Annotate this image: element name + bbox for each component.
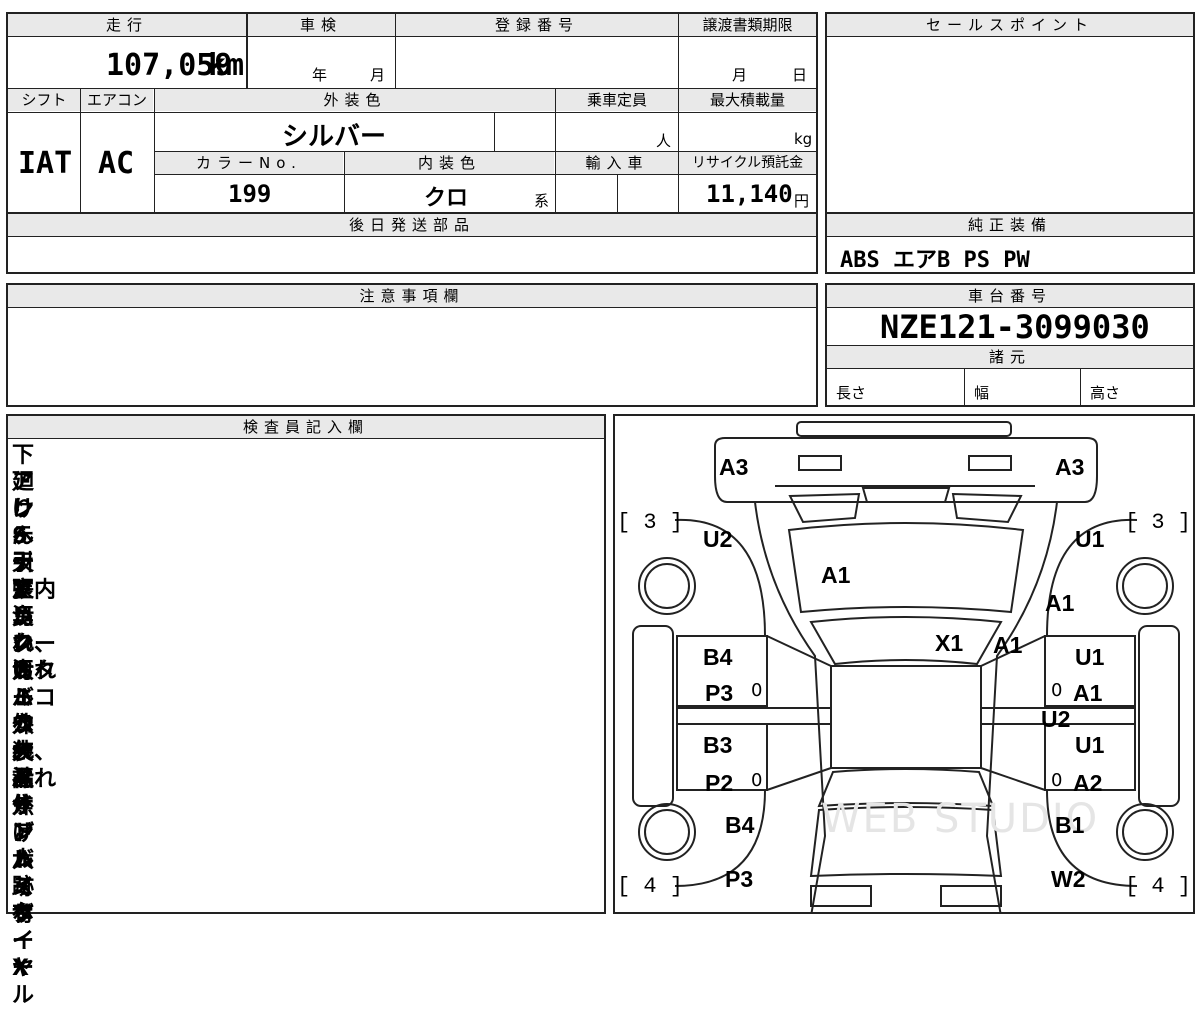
header-mileage: 走行: [8, 14, 246, 36]
tire-bracket-rear-right: [ 4 ]: [1125, 874, 1192, 899]
load-unit: kg: [794, 130, 813, 148]
damage-mark: P3: [725, 866, 754, 892]
damage-mark: A2: [1073, 770, 1103, 796]
damage-mark: U1: [1075, 732, 1105, 758]
header-capacity: 乗車定員: [556, 89, 678, 111]
capacity-unit: 人: [656, 132, 672, 150]
recycle-unit: 円: [794, 192, 810, 210]
car-diagram-box: WEB STUDIO A3 A3 U2 U1 A1 A1 X1 A1 B4 U1…: [613, 414, 1195, 914]
aircon-value: AC: [98, 146, 135, 181]
damage-mark: A3: [719, 454, 749, 480]
damage-mark: B4: [703, 644, 733, 670]
header-chassis-no: 車台番号: [827, 285, 1193, 307]
header-specs: 諸元: [827, 346, 1193, 368]
inspection-month-label: 月: [370, 66, 386, 84]
inspection-year-label: 年: [312, 66, 328, 84]
header-genuine-equipment: 純正装備: [827, 214, 1193, 236]
damage-mark: X1: [935, 630, 964, 656]
mileage-unit: km: [208, 48, 245, 83]
damage-mark: A1: [993, 632, 1023, 658]
interior-color-value: クロ: [424, 186, 469, 211]
shift-value: IAT: [18, 146, 73, 181]
tire-bracket-rear-left: [ 4 ]: [617, 874, 684, 899]
header-inspection: 車検: [247, 14, 395, 36]
header-caution: 注意事項欄: [8, 285, 816, 307]
damage-mark: A3: [1055, 454, 1085, 480]
damage-mark: U2: [1041, 706, 1071, 732]
spec-width-label: 幅: [974, 384, 990, 402]
zero-mark: 0: [751, 680, 763, 701]
damage-mark: P3: [705, 680, 734, 706]
damage-mark: U2: [703, 526, 733, 552]
header-aircon: エアコン: [81, 89, 153, 111]
header-recycle-fee: リサイクル預託金: [679, 152, 816, 174]
exterior-color-value: シルバー: [282, 122, 387, 152]
damage-mark: P2: [705, 770, 734, 796]
damage-mark: A1: [821, 562, 851, 588]
header-shift: シフト: [8, 89, 80, 111]
header-sales-point: セールスポイント: [827, 14, 1193, 36]
damage-mark: A1: [1073, 680, 1103, 706]
header-inspector: 検査員記入欄: [8, 416, 604, 438]
genuine-equipment-value: ABS エアB PS PW: [840, 248, 1030, 273]
header-registration: 登録番号: [396, 14, 678, 36]
inspector-box: [6, 414, 606, 914]
header-color-no: カラーNo.: [155, 152, 343, 174]
note-line: サンバイザーX: [12, 794, 35, 981]
recycle-fee-value: 11,140: [706, 180, 793, 208]
header-interior-color: 内装色: [345, 152, 554, 174]
chassis-no-value: NZE121-3099030: [880, 308, 1150, 346]
zero-mark: 0: [1051, 680, 1063, 701]
zero-mark: 0: [751, 770, 763, 791]
spec-height-label: 高さ: [1090, 384, 1121, 402]
header-exterior-color: 外装色: [155, 89, 555, 111]
damage-mark: U1: [1075, 526, 1105, 552]
damage-mark: B1: [1055, 812, 1085, 838]
damage-mark: B3: [703, 732, 733, 758]
header-transfer-deadline: 譲渡書類期限: [679, 14, 816, 36]
damage-mark: A1: [1045, 590, 1075, 616]
transfer-month-label: 月: [732, 66, 748, 84]
damage-mark: W2: [1051, 866, 1086, 892]
zero-mark: 0: [1051, 770, 1063, 791]
damage-mark: B4: [725, 812, 755, 838]
color-no-value: 199: [228, 180, 272, 208]
tire-bracket-front-right: [ 3 ]: [1125, 510, 1192, 535]
spec-length-label: 長さ: [836, 384, 867, 402]
tire-bracket-front-left: [ 3 ]: [617, 510, 684, 535]
header-import: 輸入車: [556, 152, 678, 174]
transfer-day-label: 日: [792, 66, 808, 84]
header-max-load: 最大積載量: [679, 89, 816, 111]
interior-suffix: 系: [534, 192, 550, 210]
damage-mark: U1: [1075, 644, 1105, 670]
header-later-parts: 後日発送部品: [8, 214, 816, 236]
